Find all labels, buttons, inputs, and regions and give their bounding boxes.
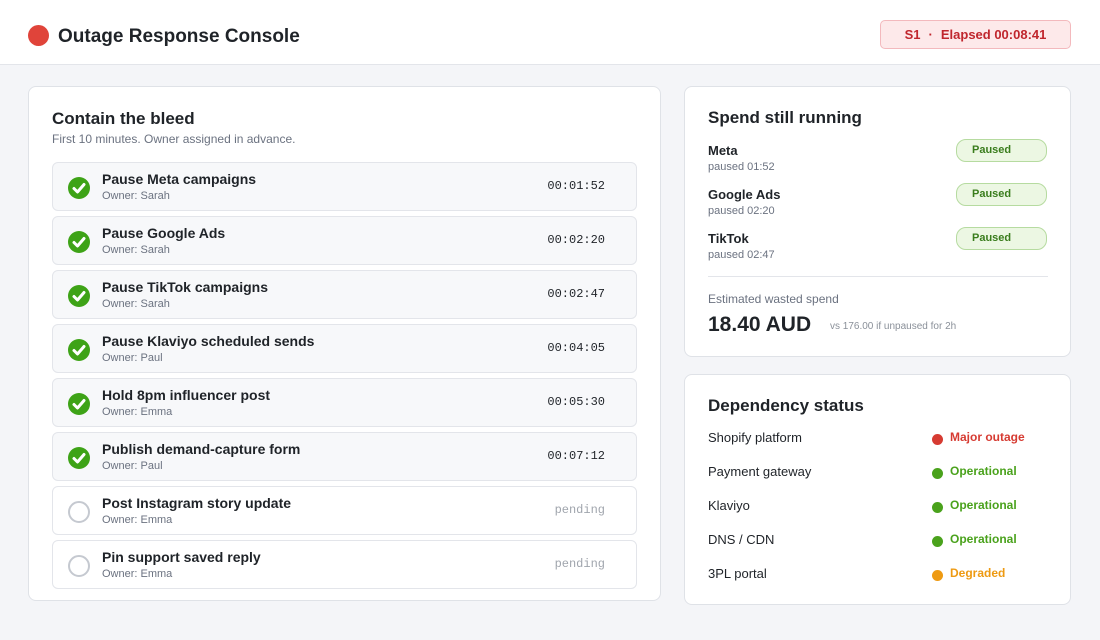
task-owner: Owner: Sarah bbox=[102, 298, 170, 310]
paused-badge: Paused bbox=[956, 183, 1047, 206]
task-time: 00:01:52 bbox=[547, 179, 605, 193]
dependency-status: Operational bbox=[950, 532, 1017, 546]
contain-subtitle: First 10 minutes. Owner assigned in adva… bbox=[52, 132, 296, 146]
dependency-row: Klaviyo Operational bbox=[708, 498, 1048, 518]
task-owner: Owner: Sarah bbox=[102, 244, 170, 256]
dependency-name: Shopify platform bbox=[708, 430, 802, 445]
check-circle-icon[interactable] bbox=[68, 231, 90, 253]
task-row[interactable]: Pause Klaviyo scheduled sends Owner: Paul… bbox=[52, 324, 637, 373]
task-owner: Owner: Paul bbox=[102, 460, 163, 472]
status-dot-icon bbox=[932, 468, 943, 479]
task-row[interactable]: Hold 8pm influencer post Owner: Emma 00:05… bbox=[52, 378, 637, 427]
channel-name: TikTok bbox=[708, 231, 749, 246]
task-time: pending bbox=[554, 503, 605, 517]
spend-channel-row: Google Ads paused 02:20 Paused bbox=[708, 183, 1048, 223]
dependency-status: Operational bbox=[950, 498, 1017, 512]
task-time: 00:02:20 bbox=[547, 233, 605, 247]
spend-card: Spend still running Meta paused 01:52 Paus… bbox=[684, 86, 1071, 357]
task-time: 00:02:47 bbox=[547, 287, 605, 301]
task-row[interactable]: Pause Google Ads Owner: Sarah 00:02:20 bbox=[52, 216, 637, 265]
spend-channel-row: TikTok paused 02:47 Paused bbox=[708, 227, 1048, 267]
top-bar: Outage Response Console S1 · Elapsed 00:… bbox=[0, 0, 1100, 65]
task-name: Pause Klaviyo scheduled sends bbox=[102, 333, 315, 349]
paused-badge: Paused bbox=[956, 227, 1047, 250]
spend-title: Spend still running bbox=[708, 108, 862, 127]
dependency-title: Dependency status bbox=[708, 396, 864, 415]
severity-badge: S1 · Elapsed 00:08:41 bbox=[880, 20, 1071, 49]
dependency-name: Klaviyo bbox=[708, 498, 750, 513]
check-circle-icon[interactable] bbox=[68, 447, 90, 469]
dependency-status: Major outage bbox=[950, 430, 1025, 444]
status-dot-icon bbox=[932, 570, 943, 581]
task-row[interactable]: Publish demand-capture form Owner: Paul 00… bbox=[52, 432, 637, 481]
dependency-name: 3PL portal bbox=[708, 566, 767, 581]
dependency-row: DNS / CDN Operational bbox=[708, 532, 1048, 552]
task-name: Publish demand-capture form bbox=[102, 441, 301, 457]
task-name: Pause Meta campaigns bbox=[102, 171, 257, 187]
dependency-name: Payment gateway bbox=[708, 464, 812, 479]
task-name: Pause TikTok campaigns bbox=[102, 279, 268, 295]
task-time: 00:04:05 bbox=[547, 341, 605, 355]
recording-dot-icon bbox=[28, 25, 49, 46]
dependency-status: Operational bbox=[950, 464, 1017, 478]
wasted-spend-label: Estimated wasted spend bbox=[708, 292, 839, 306]
dependency-row: 3PL portal Degraded bbox=[708, 566, 1048, 586]
check-circle-icon[interactable] bbox=[68, 177, 90, 199]
wasted-spend-note: vs 176.00 if unpaused for 2h bbox=[830, 321, 957, 332]
severity-level: S1 bbox=[904, 27, 921, 42]
app-title: Outage Response Console bbox=[58, 26, 300, 47]
task-row[interactable]: Pause TikTok campaigns Owner: Sarah 00:02:… bbox=[52, 270, 637, 319]
contain-title: Contain the bleed bbox=[52, 109, 195, 128]
task-time: pending bbox=[554, 557, 605, 571]
channel-name: Google Ads bbox=[708, 187, 781, 202]
dependency-card: Dependency status Shopify platform Major … bbox=[684, 374, 1071, 605]
empty-circle-icon[interactable] bbox=[68, 501, 90, 523]
task-row[interactable]: Post Instagram story update Owner: Emma pe… bbox=[52, 486, 637, 535]
status-dot-icon bbox=[932, 502, 943, 513]
task-row[interactable]: Pause Meta campaigns Owner: Sarah 00:01:52 bbox=[52, 162, 637, 211]
dependency-row: Shopify platform Major outage bbox=[708, 430, 1048, 450]
empty-circle-icon[interactable] bbox=[68, 555, 90, 577]
check-circle-icon[interactable] bbox=[68, 285, 90, 307]
task-time: 00:05:30 bbox=[547, 395, 605, 409]
wasted-spend-amount: 18.40 AUD bbox=[708, 313, 812, 336]
task-name: Pause Google Ads bbox=[102, 225, 226, 241]
channel-paused-time: paused 02:20 bbox=[708, 205, 775, 217]
channel-paused-time: paused 01:52 bbox=[708, 161, 775, 173]
check-circle-icon[interactable] bbox=[68, 339, 90, 361]
task-name: Pin support saved reply bbox=[102, 549, 261, 565]
task-owner: Owner: Emma bbox=[102, 568, 173, 580]
dependency-row: Payment gateway Operational bbox=[708, 464, 1048, 484]
status-dot-icon bbox=[932, 434, 943, 445]
spend-channel-row: Meta paused 01:52 Paused bbox=[708, 139, 1048, 179]
dependency-name: DNS / CDN bbox=[708, 532, 775, 547]
task-owner: Owner: Sarah bbox=[102, 190, 170, 202]
channel-paused-time: paused 02:47 bbox=[708, 249, 775, 261]
elapsed-timer: Elapsed 00:08:41 bbox=[940, 27, 1047, 42]
task-owner: Owner: Emma bbox=[102, 406, 173, 418]
dependency-status: Degraded bbox=[950, 566, 1006, 580]
paused-badge: Paused bbox=[956, 139, 1047, 162]
contain-card: Contain the bleed First 10 minutes. Owne… bbox=[28, 86, 661, 601]
spend-divider bbox=[708, 276, 1048, 277]
check-circle-icon[interactable] bbox=[68, 393, 90, 415]
severity-separator: · bbox=[928, 27, 933, 42]
task-owner: Owner: Paul bbox=[102, 352, 163, 364]
status-dot-icon bbox=[932, 536, 943, 547]
task-row[interactable]: Pin support saved reply Owner: Emma pendin… bbox=[52, 540, 637, 589]
task-name: Post Instagram story update bbox=[102, 495, 292, 511]
channel-name: Meta bbox=[708, 143, 738, 158]
task-time: 00:07:12 bbox=[547, 449, 605, 463]
task-owner: Owner: Emma bbox=[102, 514, 173, 526]
task-name: Hold 8pm influencer post bbox=[102, 387, 271, 403]
